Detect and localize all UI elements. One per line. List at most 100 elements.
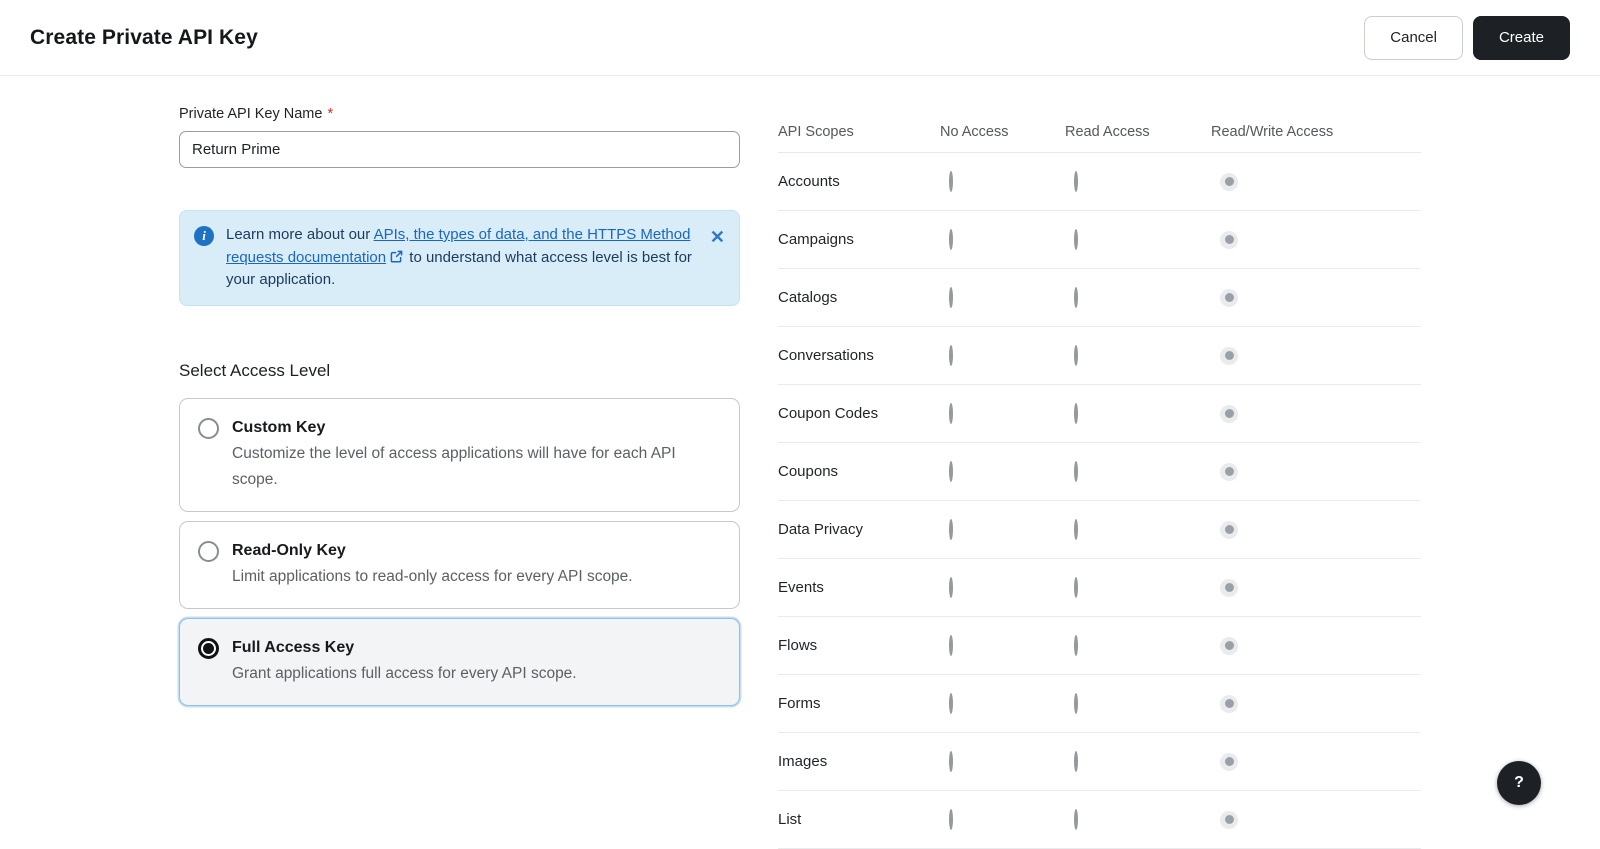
scope-cell-read-write-access xyxy=(1211,578,1421,597)
radio-full-access-key-selected[interactable] xyxy=(198,637,219,659)
radio-read-access-unselected[interactable] xyxy=(1074,751,1078,772)
scope-cell-read-write-access xyxy=(1211,636,1421,655)
radio-no-access-unselected[interactable] xyxy=(949,229,953,250)
scope-cell-read-access xyxy=(1065,809,1211,830)
info-icon: i xyxy=(194,226,214,246)
radio-no-access-unselected[interactable] xyxy=(949,519,953,540)
scope-cell-no-access xyxy=(940,403,1065,424)
radio-read-access-unselected[interactable] xyxy=(1074,809,1078,830)
scopes-table-header: API Scopes No Access Read Access Read/Wr… xyxy=(778,112,1421,153)
radio-read-write-disabled-selected xyxy=(1220,462,1238,481)
scope-cell-no-access xyxy=(940,461,1065,482)
info-banner-text: Learn more about our APIs, the types of … xyxy=(226,226,692,288)
scope-cell-read-access xyxy=(1065,693,1211,714)
scope-cell-read-access xyxy=(1065,229,1211,250)
scope-cell-no-access xyxy=(940,577,1065,598)
scope-row-coupons: Coupons xyxy=(778,443,1421,501)
scope-cell-read-write-access xyxy=(1211,462,1421,481)
api-key-name-input[interactable] xyxy=(179,131,740,168)
scope-row-accounts: Accounts xyxy=(778,153,1421,211)
scope-cell-read-write-access xyxy=(1211,346,1421,365)
scope-cell-read-access xyxy=(1065,403,1211,424)
radio-read-write-disabled-selected xyxy=(1220,288,1238,307)
scope-label: Accounts xyxy=(778,173,840,190)
scopes-table-body: Accounts Campaigns Catalogs Conversations Co… xyxy=(778,153,1421,849)
access-option-custom-key[interactable]: Custom Key Customize the level of access … xyxy=(179,397,740,512)
api-key-name-label: Private API Key Name * xyxy=(179,106,334,122)
scope-cell-read-access xyxy=(1065,345,1211,366)
required-asterisk: * xyxy=(327,106,334,122)
radio-read-access-unselected[interactable] xyxy=(1074,519,1078,540)
radio-read-access-unselected[interactable] xyxy=(1074,461,1078,482)
radio-read-access-unselected[interactable] xyxy=(1074,693,1078,714)
radio-read-access-unselected[interactable] xyxy=(1074,403,1078,424)
scope-row-flows: Flows xyxy=(778,617,1421,675)
scope-label: Catalogs xyxy=(778,289,838,306)
scope-row-list: List xyxy=(778,791,1421,849)
scope-row-events: Events xyxy=(778,559,1421,617)
access-level-heading: Select Access Level xyxy=(179,360,331,380)
radio-read-access-unselected[interactable] xyxy=(1074,635,1078,656)
scope-cell-read-write-access xyxy=(1211,230,1421,249)
scope-row-campaigns: Campaigns xyxy=(778,211,1421,269)
radio-dot xyxy=(1224,235,1234,244)
page-title: Create Private API Key xyxy=(30,25,258,49)
scope-cell-no-access xyxy=(940,229,1065,250)
radio-dot xyxy=(1224,815,1234,824)
radio-no-access-unselected[interactable] xyxy=(949,577,953,598)
close-icon[interactable]: ✕ xyxy=(710,227,725,247)
radio-read-write-disabled-selected xyxy=(1220,810,1238,829)
cancel-button[interactable]: Cancel xyxy=(1364,15,1463,60)
radio-read-write-disabled-selected xyxy=(1220,346,1238,365)
scope-row-images: Images xyxy=(778,733,1421,791)
radio-no-access-unselected[interactable] xyxy=(949,287,953,308)
radio-no-access-unselected[interactable] xyxy=(949,345,953,366)
radio-read-access-unselected[interactable] xyxy=(1074,287,1078,308)
scope-cell-read-write-access xyxy=(1211,520,1421,539)
scope-cell-no-access xyxy=(940,287,1065,308)
radio-no-access-unselected[interactable] xyxy=(949,461,953,482)
scope-row-conversations: Conversations xyxy=(778,327,1421,385)
radio-no-access-unselected[interactable] xyxy=(949,809,953,830)
radio-custom-key[interactable] xyxy=(198,417,219,439)
scope-cell-read-write-access xyxy=(1211,404,1421,423)
scope-cell-no-access xyxy=(940,809,1065,830)
scope-cell-read-access xyxy=(1065,461,1211,482)
access-option-title: Full Access Key xyxy=(232,638,355,656)
radio-read-access-unselected[interactable] xyxy=(1074,229,1078,250)
radio-read-write-disabled-selected xyxy=(1220,404,1238,423)
radio-read-only-key[interactable] xyxy=(198,540,219,562)
scope-row-coupon-codes: Coupon Codes xyxy=(778,385,1421,443)
radio-read-access-unselected[interactable] xyxy=(1074,345,1078,366)
scope-label: Coupons xyxy=(778,463,839,480)
radio-dot xyxy=(1224,467,1234,476)
access-option-full-access-key[interactable]: Full Access Key Grant applications full a… xyxy=(179,617,740,706)
scope-label: Coupon Codes xyxy=(778,405,879,422)
access-option-description: Limit applications to read-only access f… xyxy=(232,567,633,585)
column-header-read-write-access: Read/Write Access xyxy=(1211,124,1334,140)
radio-read-access-unselected[interactable] xyxy=(1074,171,1078,192)
radio-no-access-unselected[interactable] xyxy=(949,751,953,772)
scope-cell-read-access xyxy=(1065,577,1211,598)
scope-cell-read-write-access xyxy=(1211,810,1421,829)
radio-dot xyxy=(1224,583,1234,592)
radio-dot xyxy=(1224,351,1234,360)
create-button[interactable]: Create xyxy=(1472,15,1570,60)
scope-cell-read-access xyxy=(1065,751,1211,772)
access-option-read-only-key[interactable]: Read-Only Key Limit applications to read-… xyxy=(179,520,740,609)
header-actions: Cancel Create xyxy=(1364,15,1570,60)
access-option-title: Custom Key xyxy=(232,418,326,436)
radio-no-access-unselected[interactable] xyxy=(949,171,953,192)
radio-no-access-unselected[interactable] xyxy=(949,693,953,714)
access-option-description: Customize the level of access applicatio… xyxy=(232,444,676,488)
help-button[interactable]: ? xyxy=(1497,761,1541,805)
radio-no-access-unselected[interactable] xyxy=(949,403,953,424)
access-option-description: Grant applications full access for every… xyxy=(232,664,577,682)
scope-label: Campaigns xyxy=(778,231,854,248)
radio-no-access-unselected[interactable] xyxy=(949,635,953,656)
scope-row-catalogs: Catalogs xyxy=(778,269,1421,327)
radio-read-access-unselected[interactable] xyxy=(1074,577,1078,598)
scope-cell-no-access xyxy=(940,751,1065,772)
scope-cell-no-access xyxy=(940,519,1065,540)
scope-label: Flows xyxy=(778,637,818,654)
